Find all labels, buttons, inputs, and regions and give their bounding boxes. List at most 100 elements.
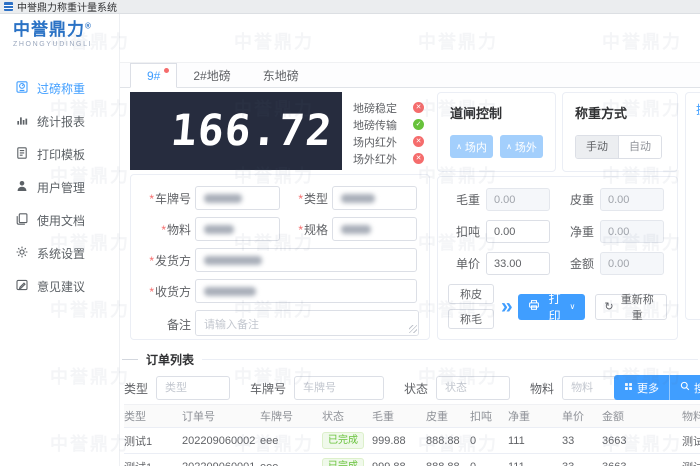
- snapshot-panel: 抓拍: [685, 92, 700, 320]
- price-input[interactable]: [486, 252, 550, 275]
- window-title: 中誉鼎力称重计量系统: [17, 0, 117, 14]
- status-badge: 已完成: [322, 432, 364, 449]
- sender-input[interactable]: [195, 248, 417, 272]
- led-display: 166.72: [130, 92, 342, 170]
- status-badge: 已完成: [322, 458, 364, 466]
- chevron-up-icon: ∧: [456, 143, 462, 151]
- table-row[interactable]: 测试1 202209060002 eee 已完成 999.88 888.88 0…: [124, 428, 700, 454]
- print-button[interactable]: 打印 ∨: [518, 294, 586, 320]
- search-button[interactable]: 搜索: [670, 375, 700, 400]
- amount-label: 金额: [562, 255, 594, 272]
- main-area: 9# 2#地磅 东地磅 166.72 地磅稳定 地磅传输: [120, 14, 700, 466]
- weigh-actions: 称皮 称毛 » 打印 ∨ ↻ 重新称重: [448, 284, 667, 329]
- logo-subtext: ZHONGYUDINGLI: [13, 41, 119, 48]
- redacted-value: [204, 287, 256, 296]
- net-label: 净重: [562, 223, 594, 240]
- tab-scale-2[interactable]: 2#地磅: [177, 63, 246, 87]
- amount-input[interactable]: [600, 252, 664, 275]
- scale-tabbar: 9# 2#地磅 东地磅: [120, 62, 700, 88]
- user-icon: [15, 179, 29, 196]
- scale-icon: [15, 80, 29, 97]
- weight-reading: 166.72: [168, 106, 334, 156]
- table-row[interactable]: 测试1 202209060001 eee 已完成 999.88 888.88 0…: [124, 454, 700, 466]
- remark-textarea[interactable]: [195, 310, 419, 336]
- material-input[interactable]: [195, 217, 280, 241]
- deduct-input[interactable]: [486, 220, 550, 243]
- sidebar-item-settings[interactable]: 系统设置: [0, 237, 119, 270]
- sidebar: 中誉鼎力® ZHONGYUDINGLI 过磅称重 统计报表 打印模板 用户管理: [0, 14, 120, 466]
- gate-inside-button[interactable]: ∧ 场内: [450, 135, 493, 158]
- remark-label: 备注: [143, 316, 195, 333]
- table-header-row: 类型 订单号 车牌号 状态 毛重 皮重 扣吨 净重 单价 金额 物料: [124, 404, 700, 428]
- filter-plate-input[interactable]: [294, 376, 384, 400]
- order-section-header: 订单列表: [122, 351, 698, 368]
- grid-icon: [624, 382, 633, 394]
- status-error-icon: [413, 136, 424, 147]
- tare-label: 皮重: [562, 191, 594, 208]
- status-infrared-out: 场外红外: [353, 150, 424, 167]
- net-input[interactable]: [600, 220, 664, 243]
- plate-input[interactable]: [195, 186, 280, 210]
- tab-scale-9[interactable]: 9#: [130, 63, 177, 88]
- orders-table: 类型 订单号 车牌号 状态 毛重 皮重 扣吨 净重 单价 金额 物料 测试1 2…: [124, 404, 700, 466]
- deduct-label: 扣吨: [448, 223, 480, 240]
- sidebar-item-docs[interactable]: 使用文档: [0, 204, 119, 237]
- type-input[interactable]: [332, 186, 417, 210]
- sidebar-item-users[interactable]: 用户管理: [0, 171, 119, 204]
- status-error-icon: [413, 102, 424, 113]
- vehicle-form: *车牌号 *类型 *物料 *规格 *发货方 *收货方: [130, 174, 430, 340]
- weigh-mode-panel: 称重方式 手动 自动: [562, 92, 678, 172]
- redacted-value: [204, 256, 262, 265]
- app-logo-icon: [4, 2, 13, 11]
- gross-label: 毛重: [448, 191, 480, 208]
- gate-control-panel: 道闸控制 ∧ 场内 ∧ 场外: [437, 92, 556, 172]
- plate-label: 车牌号: [155, 192, 191, 206]
- sidebar-item-label: 使用文档: [37, 212, 85, 229]
- sender-label: 发货方: [155, 254, 191, 268]
- sidebar-item-reports[interactable]: 统计报表: [0, 105, 119, 138]
- tare-input[interactable]: [600, 188, 664, 211]
- redacted-value: [341, 225, 371, 234]
- content: 166.72 地磅稳定 地磅传输 场内红外: [120, 88, 700, 466]
- snapshot-panel-title: 抓拍: [696, 101, 700, 118]
- tab-scale-east[interactable]: 东地磅: [247, 63, 315, 87]
- mode-auto-option[interactable]: 自动: [619, 136, 661, 158]
- double-chevron-right-icon: »: [501, 295, 513, 319]
- status-list: 地磅稳定 地磅传输 场内红外 场外红外: [342, 92, 430, 170]
- mode-manual-option[interactable]: 手动: [576, 136, 619, 158]
- spec-label: 规格: [304, 223, 328, 237]
- filter-status-input[interactable]: [436, 376, 510, 400]
- weigh-gross-button[interactable]: 称毛: [448, 309, 494, 329]
- weigh-tare-button[interactable]: 称皮: [448, 284, 494, 304]
- more-button[interactable]: 更多: [614, 375, 670, 400]
- bar-chart-icon: [15, 113, 29, 130]
- sidebar-item-label: 意见建议: [37, 278, 85, 295]
- sidebar-item-print-templates[interactable]: 打印模板: [0, 138, 119, 171]
- receiver-input[interactable]: [195, 279, 417, 303]
- redacted-value: [204, 194, 242, 203]
- copy-docs-icon: [15, 212, 29, 229]
- material-label: 物料: [167, 223, 191, 237]
- chevron-down-icon: ∨: [569, 303, 575, 311]
- price-label: 单价: [448, 255, 480, 272]
- sidebar-item-label: 用户管理: [37, 179, 85, 196]
- spec-input[interactable]: [332, 217, 417, 241]
- redacted-value: [341, 194, 375, 203]
- refresh-icon: ↻: [604, 300, 613, 313]
- status-error-icon: [413, 153, 424, 164]
- brand-logo: 中誉鼎力® ZHONGYUDINGLI: [0, 14, 119, 60]
- logo-registered-mark: ®: [85, 21, 92, 30]
- printer-icon: [528, 299, 540, 314]
- status-scale-stable: 地磅稳定: [353, 99, 424, 116]
- divider: [202, 359, 698, 360]
- gate-outside-button[interactable]: ∧ 场外: [500, 135, 543, 158]
- filter-type-input[interactable]: [156, 376, 230, 400]
- sidebar-item-label: 统计报表: [37, 113, 85, 130]
- sidebar-item-weighing[interactable]: 过磅称重: [0, 72, 119, 105]
- edit-icon: [15, 278, 29, 295]
- reweigh-button[interactable]: ↻ 重新称重: [595, 294, 667, 320]
- gross-input[interactable]: [486, 188, 550, 211]
- sidebar-item-feedback[interactable]: 意见建议: [0, 270, 119, 303]
- gate-control-title: 道闸控制: [450, 103, 543, 122]
- weigh-mode-toggle: 手动 自动: [575, 135, 662, 159]
